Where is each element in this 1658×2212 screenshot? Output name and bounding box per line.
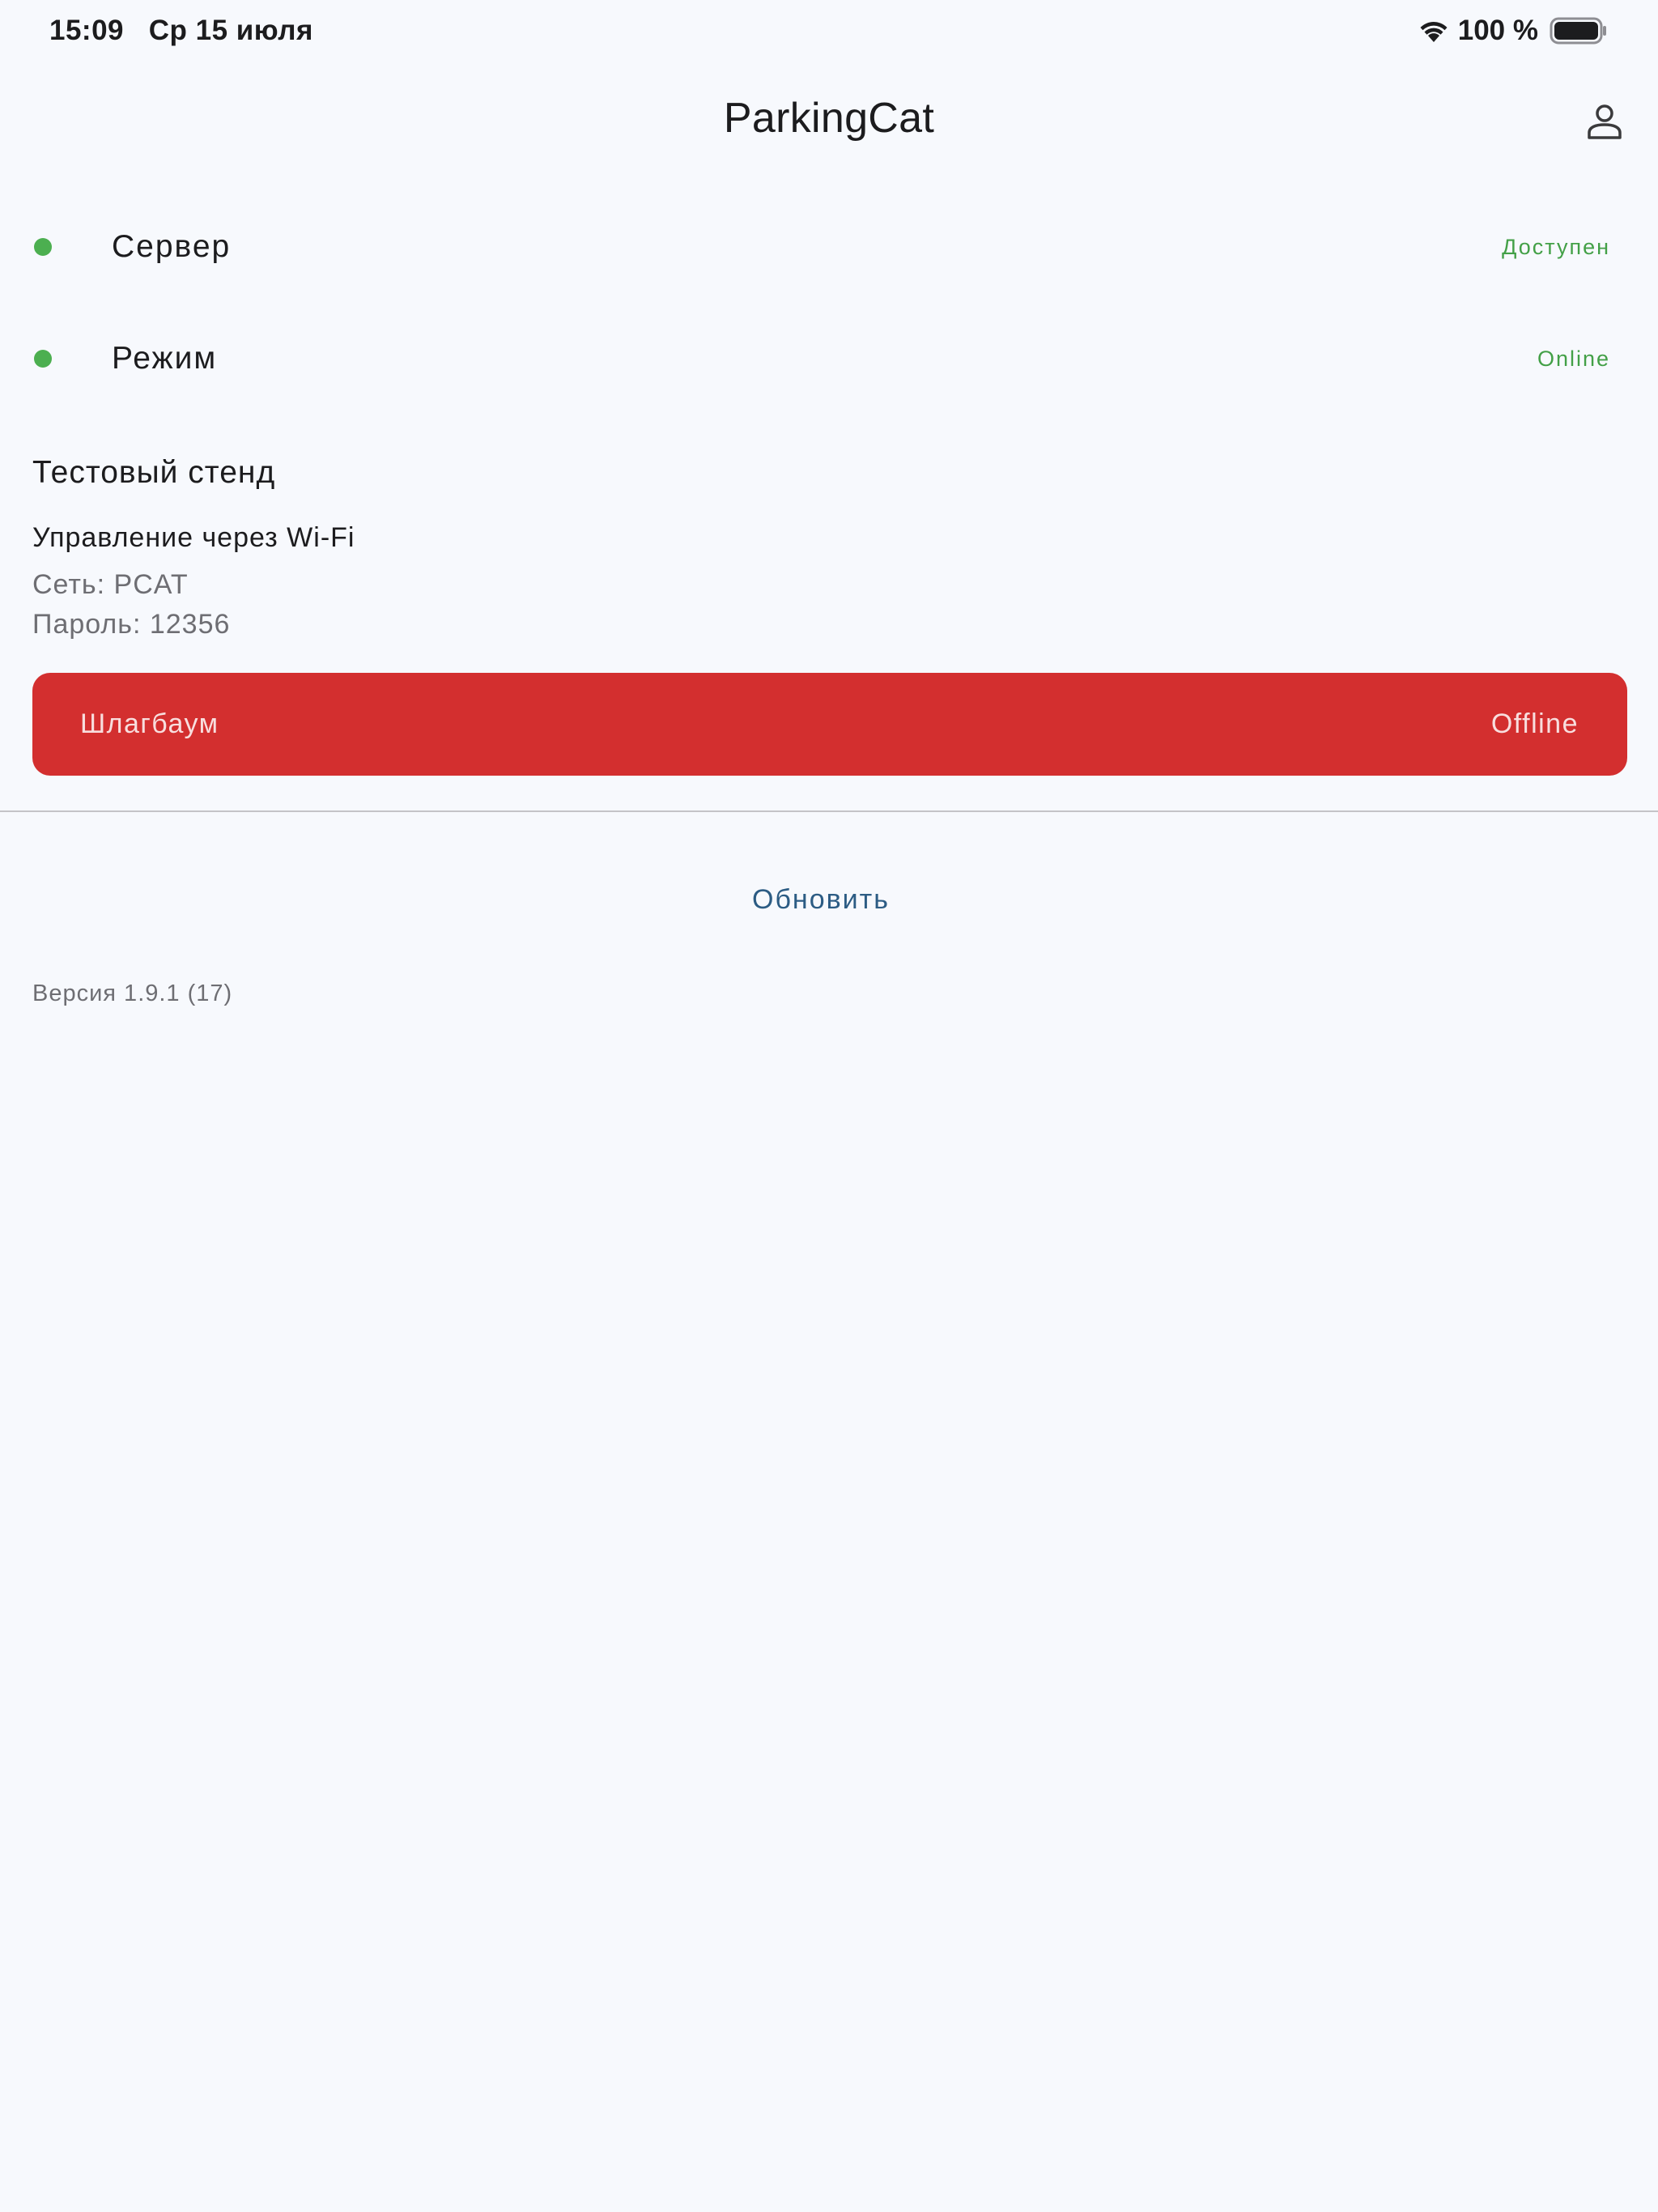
app-title: ParkingCat: [723, 95, 935, 142]
wifi-icon: [1420, 22, 1448, 42]
status-indicators: 100 %: [1418, 13, 1608, 49]
status-dot-icon: [34, 238, 52, 256]
server-status-value: Доступен: [1502, 235, 1610, 259]
wifi-control-title: Управление через Wi-Fi: [32, 522, 355, 553]
battery-percent: 100 %: [1457, 15, 1538, 46]
network-password: Пароль: 12356: [32, 609, 231, 640]
person-icon: [1588, 104, 1622, 139]
mode-status-value: Online: [1537, 347, 1610, 371]
section-title: Тестовый стенд: [32, 455, 276, 490]
barrier-status: Offline: [1490, 708, 1579, 739]
status-time-date: 15:09 Ср 15 июля: [49, 15, 313, 47]
barrier-button[interactable]: Шлагбаум Offline: [32, 673, 1627, 776]
server-status-row: Сервер Доступен: [0, 215, 1658, 279]
divider: [0, 810, 1658, 812]
mode-label: Режим: [112, 341, 218, 376]
barrier-label: Шлагбаум: [80, 708, 219, 739]
battery-icon: [1550, 17, 1606, 45]
refresh-button[interactable]: Обновить: [667, 866, 975, 933]
status-time: 15:09: [49, 15, 125, 46]
network-name: Сеть: PCAT: [32, 569, 189, 600]
profile-button[interactable]: [1582, 99, 1627, 144]
version-text: Версия 1.9.1 (17): [32, 981, 233, 1006]
mode-status-row: Режим Online: [0, 326, 1658, 391]
server-label: Сервер: [112, 229, 232, 264]
status-dot-icon: [34, 350, 52, 368]
status-bar: 15:09 Ср 15 июля 100 %: [0, 0, 1658, 65]
status-date: Ср 15 июля: [148, 15, 313, 46]
